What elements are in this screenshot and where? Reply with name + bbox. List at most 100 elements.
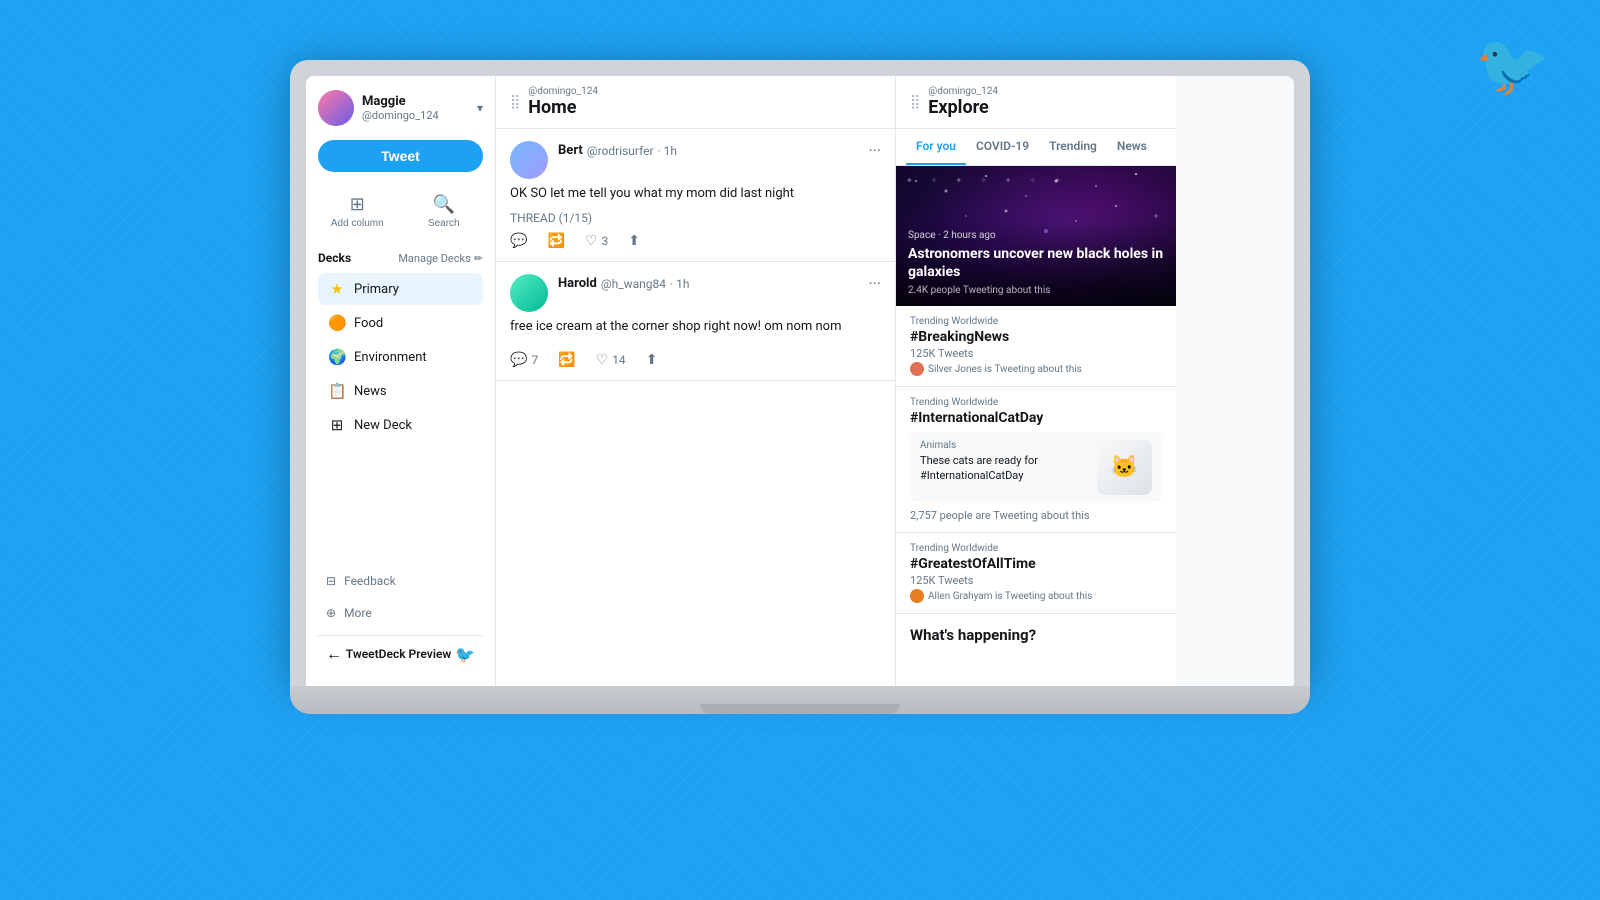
cat-day-category: Animals bbox=[920, 440, 1089, 451]
trending-1-attributed: Silver Jones is Tweeting about this bbox=[910, 362, 1162, 376]
chevron-down-icon[interactable]: ▾ bbox=[477, 101, 483, 115]
tweet-button[interactable]: Tweet bbox=[318, 140, 483, 172]
add-column-icon: ⊞ bbox=[350, 194, 365, 215]
user-section: Maggie @domingo_124 ▾ bbox=[318, 90, 483, 126]
tweet-1-top-row: Bert @rodrisurfer · 1h ··· bbox=[558, 141, 881, 160]
retweet-button-2[interactable]: 🔁 bbox=[558, 352, 575, 368]
decks-header: Decks Manage Decks ✏ bbox=[318, 251, 483, 265]
trending-breaking-news[interactable]: Trending Worldwide #BreakingNews 125K Tw… bbox=[896, 306, 1176, 387]
like-count-1: 3 bbox=[601, 234, 608, 248]
deck-item-environment[interactable]: 🌍 Environment bbox=[318, 341, 483, 373]
tweet-2-more-button[interactable]: ··· bbox=[868, 274, 881, 293]
home-column-body[interactable]: Bert @rodrisurfer · 1h ··· OK SO l bbox=[496, 129, 895, 686]
tweet-2-name: Harold bbox=[558, 276, 597, 291]
tweet-1-info: Bert @rodrisurfer · 1h ··· bbox=[558, 141, 881, 160]
retweet-icon-2: 🔁 bbox=[558, 352, 575, 368]
food-deck-icon: 🟠 bbox=[328, 314, 346, 332]
explore-column-header: ⣿ @domingo_124 Explore bbox=[896, 76, 1176, 129]
feedback-button[interactable]: ⊟ Feedback bbox=[318, 567, 483, 595]
column-title: Home bbox=[528, 97, 881, 118]
laptop-container: Maggie @domingo_124 ▾ Tweet ⊞ Add column bbox=[290, 60, 1310, 714]
tweet-2-handle: @h_wang84 bbox=[601, 277, 666, 291]
tweet-2: Harold @h_wang84 · 1h ··· free ice bbox=[496, 262, 895, 381]
deck-label-news: News bbox=[354, 384, 387, 399]
column-drag-handle[interactable]: ⣿ bbox=[510, 94, 520, 110]
user-handle: @domingo_124 bbox=[362, 109, 439, 122]
deck-label-food: Food bbox=[354, 316, 383, 331]
more-button[interactable]: ⊕ More bbox=[318, 599, 483, 627]
attributed-1-text: Silver Jones is Tweeting about this bbox=[928, 364, 1082, 375]
tweet-1: Bert @rodrisurfer · 1h ··· OK SO l bbox=[496, 129, 895, 262]
like-button-2[interactable]: ♡ 14 bbox=[596, 352, 626, 368]
tab-trending[interactable]: Trending bbox=[1039, 129, 1107, 165]
user-info[interactable]: Maggie @domingo_124 bbox=[318, 90, 439, 126]
cat-image: 🐱 bbox=[1097, 440, 1152, 495]
reply-button-2[interactable]: 💬 7 bbox=[510, 352, 538, 368]
trending-3-attributed: Allen Grahyam is Tweeting about this bbox=[910, 589, 1162, 603]
tweet-1-header: Bert @rodrisurfer · 1h ··· bbox=[510, 141, 881, 179]
avatar bbox=[318, 90, 354, 126]
trending-2-count: 2,757 people are Tweeting about this bbox=[910, 509, 1162, 522]
laptop-base bbox=[290, 686, 1310, 714]
search-button[interactable]: 🔍 Search bbox=[405, 188, 484, 235]
explore-drag-handle[interactable]: ⣿ bbox=[910, 94, 920, 110]
user-name: Maggie bbox=[362, 94, 439, 109]
explore-column: ⣿ @domingo_124 Explore For you COVID-19 … bbox=[896, 76, 1176, 686]
tweet-2-header: Harold @h_wang84 · 1h ··· bbox=[510, 274, 881, 312]
trending-greatest[interactable]: Trending Worldwide #GreatestOfAllTime 12… bbox=[896, 533, 1176, 614]
deck-label-primary: Primary bbox=[354, 282, 399, 297]
tweet-1-actions: 💬 🔁 ♡ 3 bbox=[510, 233, 881, 249]
trending-cat-day[interactable]: Trending Worldwide #InternationalCatDay … bbox=[896, 387, 1176, 533]
deck-label-new: New Deck bbox=[354, 418, 412, 433]
share-button-2[interactable]: ⬆ bbox=[646, 352, 658, 368]
tweet-2-time: · 1h bbox=[670, 277, 689, 291]
reply-icon-1: 💬 bbox=[510, 233, 527, 249]
retweet-button-1[interactable]: 🔁 bbox=[547, 233, 564, 249]
tweet-2-info: Harold @h_wang84 · 1h ··· bbox=[558, 274, 881, 293]
column-meta: @domingo_124 Home bbox=[528, 86, 881, 118]
deck-item-food[interactable]: 🟠 Food bbox=[318, 307, 483, 339]
explore-source: @domingo_124 bbox=[928, 86, 1162, 97]
tab-for-you[interactable]: For you bbox=[906, 129, 966, 165]
attributed-3-text: Allen Grahyam is Tweeting about this bbox=[928, 591, 1092, 602]
tab-news[interactable]: News bbox=[1107, 129, 1157, 165]
explore-body[interactable]: Space · 2 hours ago Astronomers uncover … bbox=[896, 166, 1176, 686]
deck-item-primary[interactable]: ★ Primary bbox=[318, 273, 483, 305]
news-deck-icon: 📋 bbox=[328, 382, 346, 400]
explore-title: Explore bbox=[928, 97, 1162, 118]
add-column-button[interactable]: ⊞ Add column bbox=[318, 188, 397, 235]
cat-day-card-text: Animals These cats are ready for #Intern… bbox=[920, 440, 1089, 495]
trending-3-count: 125K Tweets bbox=[910, 574, 1162, 587]
trending-1-hashtag: #BreakingNews bbox=[910, 329, 1162, 345]
search-label: Search bbox=[428, 218, 460, 229]
trending-3-meta: Trending Worldwide bbox=[910, 543, 1162, 554]
deck-item-new[interactable]: ⊞ New Deck bbox=[318, 409, 483, 441]
trending-2-hashtag: #InternationalCatDay bbox=[910, 410, 1162, 426]
tweet-2-author-row: Harold @h_wang84 · 1h bbox=[558, 276, 690, 291]
cat-day-text: These cats are ready for #InternationalC… bbox=[920, 453, 1089, 484]
tweet-2-avatar bbox=[510, 274, 548, 312]
news-hero-card[interactable]: Space · 2 hours ago Astronomers uncover … bbox=[896, 166, 1176, 306]
tweet-1-more-button[interactable]: ··· bbox=[868, 141, 881, 160]
news-hero-category: Space · 2 hours ago bbox=[908, 230, 1164, 241]
tweet-1-time: · 1h bbox=[658, 144, 677, 158]
laptop-screen-inner: Maggie @domingo_124 ▾ Tweet ⊞ Add column bbox=[306, 76, 1294, 686]
reply-count-2: 7 bbox=[531, 353, 538, 367]
tab-covid-19[interactable]: COVID-19 bbox=[966, 129, 1039, 165]
more-icon: ⊕ bbox=[326, 606, 336, 620]
laptop-screen-outer: Maggie @domingo_124 ▾ Tweet ⊞ Add column bbox=[290, 60, 1310, 686]
tweet-1-author-row: Bert @rodrisurfer · 1h bbox=[558, 143, 677, 158]
reply-icon-2: 💬 bbox=[510, 352, 527, 368]
feedback-label: Feedback bbox=[344, 574, 396, 588]
whats-happening: What's happening? bbox=[896, 614, 1176, 656]
deck-item-news[interactable]: 📋 News bbox=[318, 375, 483, 407]
manage-decks-button[interactable]: Manage Decks ✏ bbox=[398, 252, 483, 265]
back-arrow-icon[interactable]: ← bbox=[326, 644, 342, 664]
share-icon-2: ⬆ bbox=[646, 352, 658, 368]
reply-button-1[interactable]: 💬 bbox=[510, 233, 527, 249]
share-button-1[interactable]: ⬆ bbox=[628, 233, 640, 249]
like-button-1[interactable]: ♡ 3 bbox=[585, 233, 608, 249]
home-column-header: ⣿ @domingo_124 Home bbox=[496, 76, 895, 129]
trending-1-meta: Trending Worldwide bbox=[910, 316, 1162, 327]
trending-1-count: 125K Tweets bbox=[910, 347, 1162, 360]
